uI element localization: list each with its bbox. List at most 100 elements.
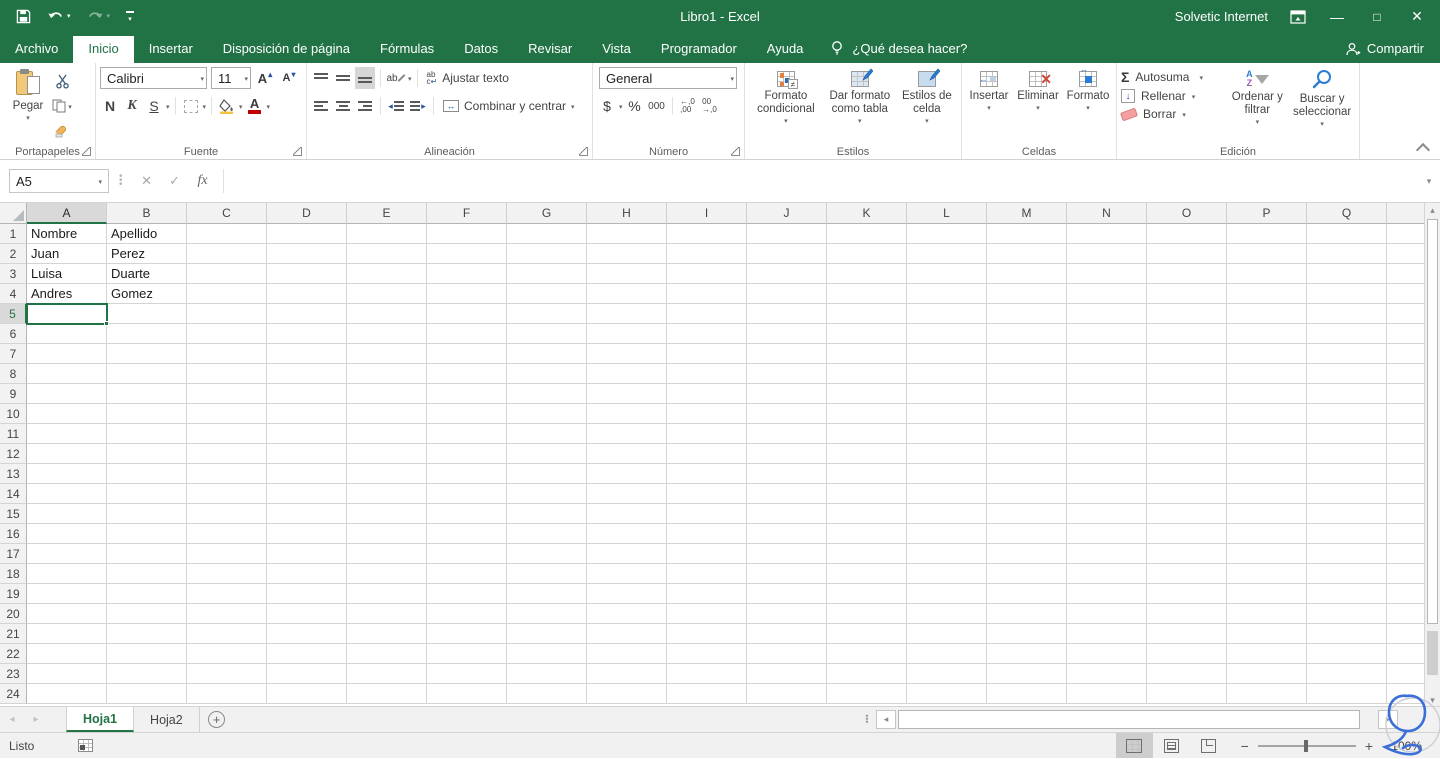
sheet-nav-left-arrow[interactable]: ◂ (0, 707, 24, 732)
formula-input[interactable] (222, 169, 1418, 193)
view-page-layout-button[interactable] (1153, 733, 1190, 758)
percent-button[interactable]: % (625, 95, 645, 117)
row-header-2[interactable]: 2 (0, 244, 27, 264)
find-select-button[interactable]: Buscar y seleccionar ▾ (1289, 67, 1355, 144)
font-color-arrow[interactable]: ▾ (267, 104, 271, 111)
column-header-m[interactable]: M (987, 203, 1067, 224)
cell-b3[interactable]: Duarte (107, 264, 187, 284)
merge-center-button[interactable]: ↔ Combinar y centrar ▾ (439, 95, 579, 117)
zoom-in-button[interactable]: + (1365, 738, 1373, 754)
underline-button[interactable]: S (144, 95, 164, 117)
row-header-3[interactable]: 3 (0, 264, 27, 284)
collapse-ribbon-button[interactable] (1415, 142, 1431, 158)
tab-insertar[interactable]: Insertar (134, 36, 208, 63)
align-left-button[interactable] (311, 95, 331, 117)
name-box[interactable]: A5 ▾ (9, 169, 109, 193)
underline-arrow[interactable]: ▾ (166, 104, 170, 111)
borders-arrow[interactable]: ▾ (203, 104, 207, 111)
column-header-b[interactable]: B (107, 203, 187, 224)
cut-button[interactable] (52, 70, 72, 92)
close-button[interactable]: ✕ (1408, 8, 1426, 25)
scroll-down-arrow[interactable]: ▾ (1425, 695, 1440, 706)
cell-a1[interactable]: Nombre (27, 224, 107, 244)
clear-button[interactable]: Borrar ▾ (1119, 107, 1225, 121)
fill-handle[interactable] (104, 321, 109, 326)
increase-indent-button[interactable]: ▸ (408, 95, 428, 117)
cell-styles-button[interactable]: Estilos de celda ▾ (897, 67, 957, 144)
tab-f-rmulas[interactable]: Fórmulas (365, 36, 449, 63)
active-cell-selection[interactable] (26, 303, 109, 326)
cancel-entry-button[interactable]: ✕ (133, 169, 161, 193)
tab-disposici-n-de-p-gina[interactable]: Disposición de página (208, 36, 365, 63)
increase-decimal-button[interactable]: ←,0 ,00 (678, 95, 698, 117)
font-color-button[interactable]: A (245, 95, 265, 117)
column-header-d[interactable]: D (267, 203, 347, 224)
save-button[interactable] (16, 9, 31, 24)
align-bottom-button[interactable] (355, 67, 375, 89)
cell-b2[interactable]: Perez (107, 244, 187, 264)
fill-button[interactable]: ↓ Rellenar ▾ (1121, 89, 1225, 103)
number-format-select[interactable]: General ▾ (599, 67, 737, 89)
column-header-c[interactable]: C (187, 203, 267, 224)
row-header-20[interactable]: 20 (0, 604, 27, 624)
tab-ayuda[interactable]: Ayuda (752, 36, 819, 63)
column-header-l[interactable]: L (907, 203, 987, 224)
zoom-slider[interactable] (1257, 739, 1356, 752)
row-header-24[interactable]: 24 (0, 684, 27, 704)
clipboard-dialog-launcher[interactable] (82, 147, 91, 156)
column-header-e[interactable]: E (347, 203, 427, 224)
row-header-7[interactable]: 7 (0, 344, 27, 364)
vertical-scrollbar[interactable]: ▴ ▾ (1424, 203, 1440, 707)
merge-center-arrow[interactable]: ▾ (571, 104, 575, 111)
tell-me-box[interactable]: ¿Qué desea hacer? (818, 40, 979, 63)
row-header-14[interactable]: 14 (0, 484, 27, 504)
column-header-h[interactable]: H (587, 203, 667, 224)
cell-a2[interactable]: Juan (27, 244, 107, 264)
copy-button[interactable]: ▾ (52, 95, 72, 117)
column-header-j[interactable]: J (747, 203, 827, 224)
undo-dropdown-arrow[interactable]: ▾ (67, 13, 71, 20)
column-header-partial[interactable] (1387, 203, 1424, 224)
column-header-g[interactable]: G (507, 203, 587, 224)
decrease-font-button[interactable]: A ▾ (279, 67, 299, 89)
currency-button[interactable]: $ (597, 95, 617, 117)
row-header-10[interactable]: 10 (0, 404, 27, 424)
cells-area[interactable]: Nombre Apellido Juan Perez Luisa Duarte Andres… (26, 224, 1424, 704)
row-header-17[interactable]: 17 (0, 544, 27, 564)
ribbon-display-options-icon[interactable] (1290, 9, 1306, 24)
redo-dropdown-arrow[interactable]: ▾ (107, 13, 111, 20)
name-box-arrow[interactable]: ▾ (98, 179, 102, 186)
tab-inicio[interactable]: Inicio (73, 36, 134, 63)
column-header-f[interactable]: F (427, 203, 507, 224)
font-size-arrow[interactable]: ▾ (240, 76, 248, 83)
sheet-tab-hoja2[interactable]: Hoja2 (134, 707, 200, 732)
alignment-dialog-launcher[interactable] (579, 147, 588, 156)
column-header-p[interactable]: P (1227, 203, 1307, 224)
minimize-button[interactable]: — (1328, 9, 1346, 25)
row-header-21[interactable]: 21 (0, 624, 27, 644)
horizontal-scrollbar[interactable]: ◂ ▸ (876, 710, 1424, 729)
sort-filter-button[interactable]: AZ Ordenar y filtrar ▾ (1225, 67, 1289, 144)
macro-record-icon[interactable] (78, 739, 94, 752)
delete-cells-button[interactable]: ✕ Eliminar ▾ (1014, 67, 1062, 144)
row-header-1[interactable]: 1 (0, 224, 27, 244)
cell-a3[interactable]: Luisa (27, 264, 107, 284)
italic-button[interactable]: K (122, 95, 142, 117)
zoom-out-button[interactable]: − (1241, 738, 1249, 754)
sheet-tab-hoja1[interactable]: Hoja1 (66, 707, 135, 732)
row-header-9[interactable]: 9 (0, 384, 27, 404)
cell-b1[interactable]: Apellido (107, 224, 187, 244)
view-page-break-button[interactable] (1190, 733, 1227, 758)
row-header-13[interactable]: 13 (0, 464, 27, 484)
comma-style-button[interactable]: 000 (647, 95, 667, 117)
format-painter-button[interactable] (52, 120, 72, 142)
row-header-4[interactable]: 4 (0, 284, 27, 304)
row-header-11[interactable]: 11 (0, 424, 27, 444)
vertical-scroll-thumb[interactable] (1427, 219, 1438, 624)
confirm-entry-button[interactable]: ✓ (161, 169, 189, 193)
zoom-percentage[interactable]: 100% (1382, 739, 1422, 753)
column-header-n[interactable]: N (1067, 203, 1147, 224)
tab-datos[interactable]: Datos (449, 36, 513, 63)
redo-button[interactable]: ▾ (87, 10, 111, 24)
row-header-12[interactable]: 12 (0, 444, 27, 464)
